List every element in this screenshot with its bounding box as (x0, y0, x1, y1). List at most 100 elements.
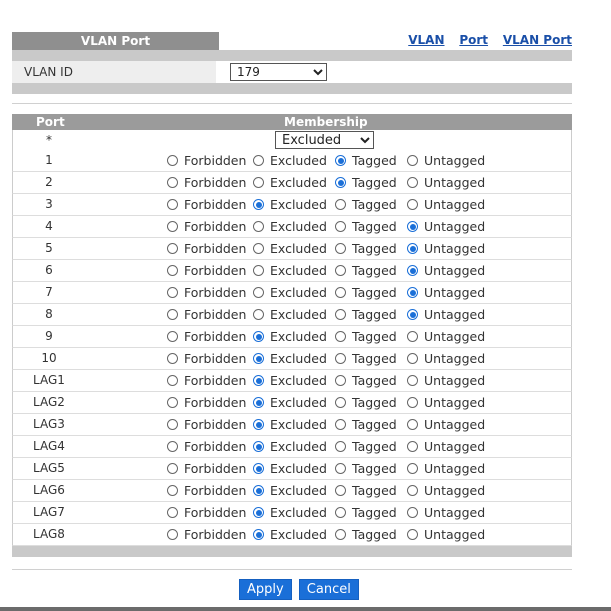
radio-button[interactable] (335, 397, 346, 408)
membership-option-forbidden[interactable]: Forbidden (167, 417, 246, 433)
membership-option-tagged[interactable]: Tagged (335, 527, 397, 543)
radio-button[interactable] (335, 463, 346, 474)
membership-option-untagged[interactable]: Untagged (407, 461, 485, 477)
membership-option-untagged[interactable]: Untagged (407, 263, 485, 279)
membership-option-forbidden[interactable]: Forbidden (167, 461, 246, 477)
radio-button[interactable] (253, 287, 264, 298)
membership-option-untagged[interactable]: Untagged (407, 417, 485, 433)
radio-button[interactable] (407, 507, 418, 518)
radio-button[interactable] (335, 331, 346, 342)
radio-button[interactable] (335, 199, 346, 210)
membership-option-forbidden[interactable]: Forbidden (167, 197, 246, 213)
radio-button[interactable] (335, 507, 346, 518)
radio-button[interactable] (167, 199, 178, 210)
radio-button[interactable] (167, 485, 178, 496)
membership-option-tagged[interactable]: Tagged (335, 329, 397, 345)
membership-option-excluded[interactable]: Excluded (253, 307, 327, 323)
nav-link-vlan[interactable]: VLAN (408, 33, 444, 47)
membership-option-untagged[interactable]: Untagged (407, 527, 485, 543)
radio-button[interactable] (253, 397, 264, 408)
membership-option-excluded[interactable]: Excluded (253, 241, 327, 257)
radio-button[interactable] (253, 309, 264, 320)
radio-button[interactable] (253, 177, 264, 188)
radio-button[interactable] (167, 463, 178, 474)
radio-button[interactable] (407, 155, 418, 166)
radio-button[interactable] (167, 221, 178, 232)
radio-button[interactable] (253, 441, 264, 452)
membership-option-untagged[interactable]: Untagged (407, 285, 485, 301)
membership-option-tagged[interactable]: Tagged (335, 175, 397, 191)
membership-option-tagged[interactable]: Tagged (335, 417, 397, 433)
radio-button[interactable] (335, 441, 346, 452)
membership-option-tagged[interactable]: Tagged (335, 219, 397, 235)
membership-option-tagged[interactable]: Tagged (335, 241, 397, 257)
membership-option-forbidden[interactable]: Forbidden (167, 241, 246, 257)
membership-option-tagged[interactable]: Tagged (335, 351, 397, 367)
radio-button[interactable] (407, 287, 418, 298)
radio-button[interactable] (335, 419, 346, 430)
membership-option-excluded[interactable]: Excluded (253, 527, 327, 543)
membership-option-forbidden[interactable]: Forbidden (167, 263, 246, 279)
radio-button[interactable] (335, 375, 346, 386)
radio-button[interactable] (407, 441, 418, 452)
radio-button[interactable] (407, 463, 418, 474)
radio-button[interactable] (253, 529, 264, 540)
apply-button[interactable]: Apply (239, 579, 292, 600)
membership-option-forbidden[interactable]: Forbidden (167, 483, 246, 499)
radio-button[interactable] (167, 375, 178, 386)
radio-button[interactable] (335, 353, 346, 364)
membership-option-untagged[interactable]: Untagged (407, 329, 485, 345)
membership-option-excluded[interactable]: Excluded (253, 219, 327, 235)
radio-button[interactable] (335, 177, 346, 188)
membership-option-tagged[interactable]: Tagged (335, 263, 397, 279)
membership-option-untagged[interactable]: Untagged (407, 197, 485, 213)
radio-button[interactable] (167, 287, 178, 298)
radio-button[interactable] (253, 485, 264, 496)
radio-button[interactable] (407, 309, 418, 320)
radio-button[interactable] (335, 243, 346, 254)
radio-button[interactable] (167, 331, 178, 342)
radio-button[interactable] (407, 243, 418, 254)
radio-button[interactable] (335, 287, 346, 298)
membership-option-tagged[interactable]: Tagged (335, 285, 397, 301)
radio-button[interactable] (253, 155, 264, 166)
membership-option-untagged[interactable]: Untagged (407, 351, 485, 367)
radio-button[interactable] (253, 353, 264, 364)
nav-link-vlan-port[interactable]: VLAN Port (503, 33, 572, 47)
membership-option-excluded[interactable]: Excluded (253, 329, 327, 345)
vlan-id-select[interactable]: 179 (230, 63, 327, 81)
membership-option-tagged[interactable]: Tagged (335, 395, 397, 411)
membership-option-excluded[interactable]: Excluded (253, 373, 327, 389)
radio-button[interactable] (253, 243, 264, 254)
radio-button[interactable] (167, 155, 178, 166)
radio-button[interactable] (407, 221, 418, 232)
radio-button[interactable] (407, 485, 418, 496)
radio-button[interactable] (167, 419, 178, 430)
radio-button[interactable] (253, 419, 264, 430)
membership-option-untagged[interactable]: Untagged (407, 307, 485, 323)
membership-option-excluded[interactable]: Excluded (253, 197, 327, 213)
membership-option-excluded[interactable]: Excluded (253, 153, 327, 169)
membership-option-tagged[interactable]: Tagged (335, 483, 397, 499)
membership-option-excluded[interactable]: Excluded (253, 417, 327, 433)
membership-option-untagged[interactable]: Untagged (407, 373, 485, 389)
radio-button[interactable] (335, 221, 346, 232)
membership-option-forbidden[interactable]: Forbidden (167, 219, 246, 235)
radio-button[interactable] (253, 331, 264, 342)
membership-option-forbidden[interactable]: Forbidden (167, 307, 246, 323)
membership-option-tagged[interactable]: Tagged (335, 153, 397, 169)
membership-option-forbidden[interactable]: Forbidden (167, 527, 246, 543)
radio-button[interactable] (335, 155, 346, 166)
all-ports-select[interactable]: Excluded (275, 131, 374, 149)
membership-option-forbidden[interactable]: Forbidden (167, 329, 246, 345)
radio-button[interactable] (407, 353, 418, 364)
radio-button[interactable] (407, 331, 418, 342)
radio-button[interactable] (253, 375, 264, 386)
radio-button[interactable] (167, 353, 178, 364)
radio-button[interactable] (253, 265, 264, 276)
membership-option-tagged[interactable]: Tagged (335, 505, 397, 521)
radio-button[interactable] (253, 463, 264, 474)
radio-button[interactable] (167, 507, 178, 518)
nav-link-port[interactable]: Port (459, 33, 488, 47)
membership-option-excluded[interactable]: Excluded (253, 175, 327, 191)
